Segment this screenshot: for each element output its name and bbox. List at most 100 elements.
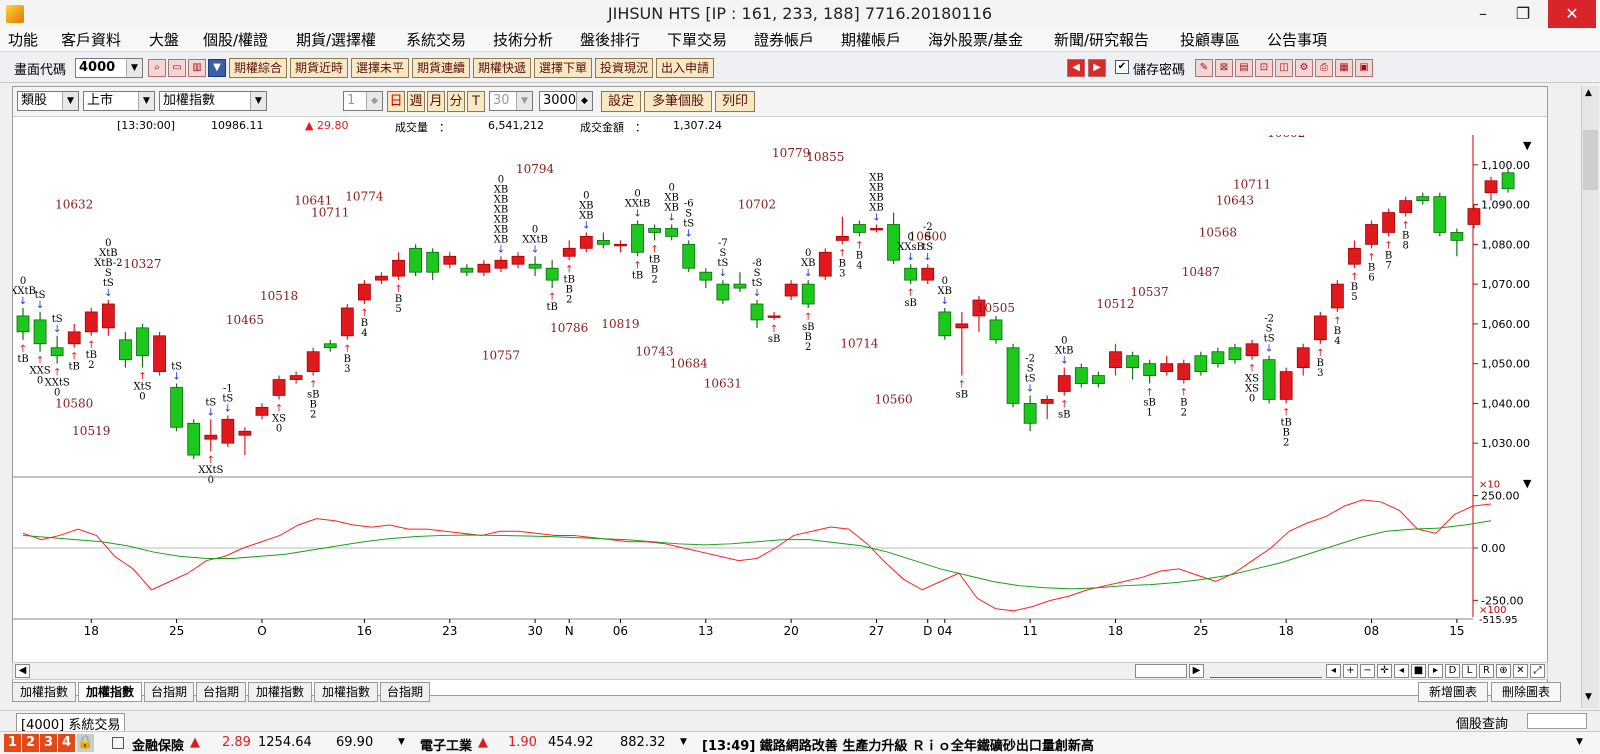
plus-icon[interactable]: + [1343,664,1358,678]
next-icon[interactable]: ▸ [1428,664,1443,678]
toolbar-btn-4[interactable]: 期貨連續 [412,58,470,78]
chevron-down-icon[interactable]: ▼ [680,737,692,747]
period-month[interactable]: 月 [427,91,445,112]
scroll-up-icon[interactable]: ▲ [1585,88,1592,98]
menu-options-account[interactable]: 期權帳戶 [841,30,901,50]
screen-2-button[interactable]: 2 [22,734,39,752]
tool-icon[interactable]: ⊠ [1215,59,1233,77]
vertical-scrollbar[interactable]: ▲ ▼ [1581,86,1599,708]
add-chart-button[interactable]: 新增圖表 [1418,682,1488,702]
tool-icon[interactable]: ✎ [1195,59,1213,77]
chart-tab[interactable]: 台指期 [144,682,194,702]
period-minute[interactable]: 分 [447,91,465,112]
chart-tab[interactable]: 加權指數 [248,682,312,702]
folder-icon[interactable]: ▭ [168,59,186,77]
minus-icon[interactable]: − [1360,664,1375,678]
toolbar-btn-8[interactable]: 出入申請 [656,58,714,78]
chart-icon[interactable]: ▥ [188,59,206,77]
print-button[interactable]: 列印 [715,91,755,112]
toolbar-btn-5[interactable]: 期權快遞 [473,58,531,78]
chart-tab[interactable]: 加權指數 [78,682,142,702]
chevron-down-icon[interactable]: ▼ [398,737,410,747]
lock-icon[interactable]: 🔒 [77,734,94,752]
screen-1-button[interactable]: 1 [4,734,21,752]
close-icon[interactable]: ✕ [1513,664,1528,678]
scroll-down-icon[interactable]: ▼ [1585,692,1592,702]
period-value[interactable]: 30 ▼ [489,91,533,111]
zoom-icon[interactable]: ⊕ [1496,664,1511,678]
delete-chart-button[interactable]: 刪除圖表 [1491,682,1561,702]
scroll-thumb[interactable] [1583,130,1598,190]
scroll-right-icon[interactable]: ▶ [1189,664,1204,678]
tool-icon[interactable]: ◫ [1275,59,1293,77]
arrow-right-icon[interactable]: ▶ [1088,59,1106,77]
candlestick-chart[interactable]: 1,100.00 1,090.00 1,080.00 1,070.00 1,060.00… [13,135,1547,665]
toolbar-btn-2[interactable]: 期貨近時 [290,58,348,78]
toolbar-btn-3[interactable]: 選擇未平 [351,58,409,78]
arrow-left-icon[interactable]: ◀ [1067,59,1085,77]
stop-icon[interactable]: ■ [1411,664,1426,678]
tool-icon[interactable]: ⊡ [1255,59,1273,77]
chart-tab[interactable]: 台指期 [380,682,430,702]
tool-icon[interactable]: ▤ [1235,59,1253,77]
menu-futures[interactable]: 期貨/選擇權 [296,30,376,50]
d-icon[interactable]: D [1445,664,1460,678]
chart-tab[interactable]: 台指期 [196,682,246,702]
menu-function[interactable]: 功能 [8,30,38,50]
stock-query-input[interactable] [1527,713,1587,729]
tool-icon[interactable]: ⚙ [1295,59,1313,77]
menu-advisor[interactable]: 投顧專區 [1180,30,1240,50]
nav-first-icon[interactable]: ◂ [1326,664,1341,678]
news-ticker[interactable]: [13:49] 鐵路網路改善 生產力升級 Ｒｉｏ全年鐵礦砂出口量創新高 [702,735,1094,754]
maximize-button[interactable]: ❐ [1503,0,1543,28]
close-button[interactable]: ✕ [1548,0,1596,28]
minimize-button[interactable]: – [1463,0,1503,28]
menu-news[interactable]: 新聞/研究報告 [1054,30,1149,50]
menu-system-trade[interactable]: 系統交易 [406,30,466,50]
scroll-thumb[interactable] [1135,664,1187,678]
menu-technical[interactable]: 技術分析 [493,30,553,50]
menu-announcements[interactable]: 公告事項 [1267,30,1327,50]
menu-securities-account[interactable]: 證券帳戶 [754,30,814,50]
crosshair-icon[interactable]: ✛ [1377,664,1392,678]
settings-button[interactable]: 設定 [601,91,641,112]
index-select[interactable]: 加權指數 ▼ [159,91,267,111]
expand-icon[interactable]: ⤢ [1530,664,1545,678]
multi-stock-button[interactable]: 多筆個股 [644,91,712,112]
scroll-left-icon[interactable]: ◀ [15,664,30,678]
period-week[interactable]: 週 [407,91,425,112]
tool-icon[interactable]: ▦ [1335,59,1353,77]
screen-4-button[interactable]: 4 [58,734,75,752]
period-day[interactable]: 日 [387,91,405,112]
toolbar-btn-6[interactable]: 選擇下單 [534,58,592,78]
search-icon[interactable]: ⌕ [148,59,166,77]
l-icon[interactable]: L [1462,664,1477,678]
prev-icon[interactable]: ◂ [1394,664,1409,678]
screen-code-select[interactable]: 4000 ▼ [75,58,143,78]
menu-market[interactable]: 大盤 [149,30,179,50]
menu-order[interactable]: 下單交易 [667,30,727,50]
screen-3-button[interactable]: 3 [40,734,57,752]
chart-tab[interactable]: 加權指數 [12,682,76,702]
toolbar-btn-7[interactable]: 投資現況 [595,58,653,78]
market-select[interactable]: 上市 ▼ [83,91,155,111]
num-stepper[interactable]: 1 ◆ [343,91,383,111]
menu-customer[interactable]: 客戶資料 [61,30,121,50]
count-stepper[interactable]: 30000 ◆ [539,91,593,111]
menu-stocks[interactable]: 個股/權證 [203,30,268,50]
tool-icon[interactable]: ⎙ [1315,59,1333,77]
menu-ranking[interactable]: 盤後排行 [580,30,640,50]
dropdown-icon[interactable]: ▼ [208,59,226,77]
chart-tab[interactable]: 加權指數 [314,682,378,702]
period-tick[interactable]: Ｔ [467,91,485,112]
tool-icon[interactable]: ▣ [1355,59,1373,77]
ticker-checkbox[interactable] [112,737,124,749]
horizontal-scrollbar[interactable]: ◀ ▶ ◂ + − ✛ ◂ ■ ▸ D L R ⊕ ✕ ⤢ [12,662,1548,680]
toolbar-btn-1[interactable]: 期權綜合 [229,58,287,78]
r-icon[interactable]: R [1479,664,1494,678]
category-select[interactable]: 類股 ▼ [17,91,79,111]
zoom-slider[interactable] [1210,664,1322,678]
menu-overseas[interactable]: 海外股票/基金 [928,30,1023,50]
chevron-down-icon[interactable]: ▼ [1576,737,1588,747]
save-password-checkbox[interactable]: ✔ [1115,60,1129,74]
